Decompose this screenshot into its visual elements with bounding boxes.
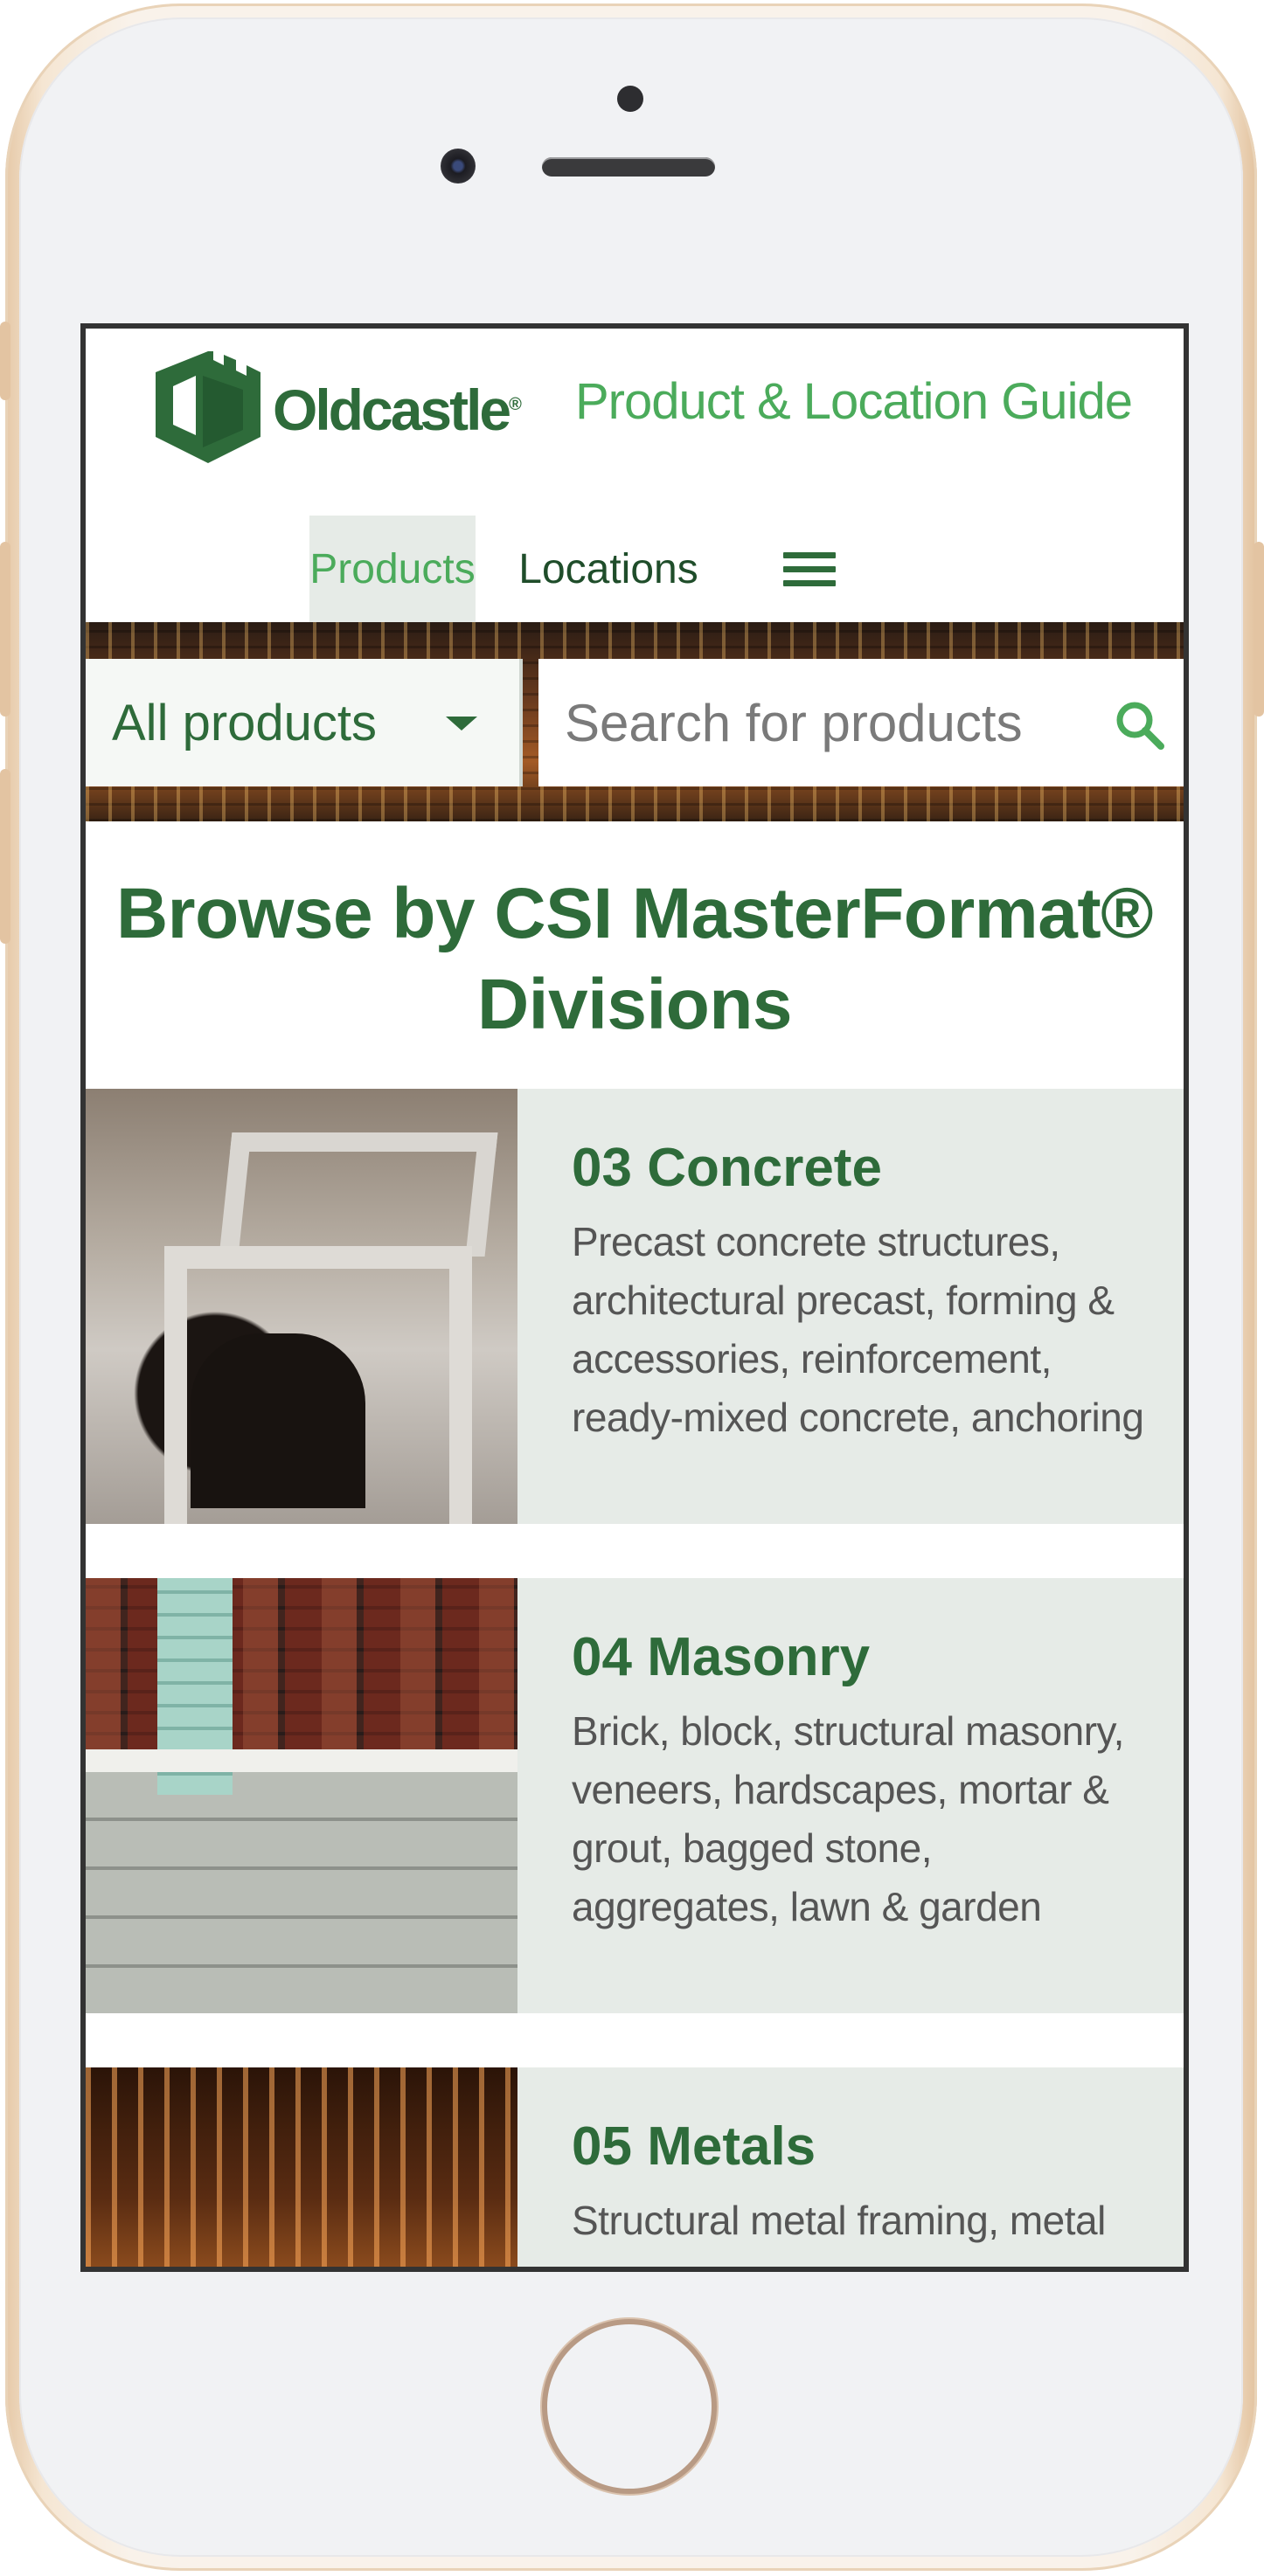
precast-slab: [219, 1132, 498, 1257]
hamburger-menu-icon[interactable]: [783, 516, 836, 622]
brick-wall: [86, 1578, 517, 1753]
registered-mark: ®: [509, 395, 522, 414]
front-camera: [441, 149, 476, 184]
tab-products[interactable]: Products: [309, 516, 476, 622]
division-description: Precast concrete structures, architectur…: [572, 1219, 1144, 1440]
brand-name: Oldcastle®: [273, 377, 522, 442]
menu-bar: [783, 551, 836, 558]
division-card-metals[interactable]: 05 Metals Structural metal framing, meta…: [86, 2067, 1184, 2267]
volume-up-button: [0, 542, 10, 717]
browse-title: Browse by CSI MasterFormat® Divisions: [115, 874, 1154, 1044]
masonry-image: [86, 1578, 517, 2013]
search-icon[interactable]: [1114, 699, 1166, 751]
concrete-image: [86, 1089, 517, 1524]
division-title: 04 Masonry: [572, 1627, 871, 1687]
proximity-sensor: [617, 86, 643, 112]
power-button: [1254, 542, 1264, 717]
search-hero: All products: [86, 622, 1184, 821]
silent-switch: [0, 322, 10, 400]
division-list: 03 Concrete Precast concrete structures,…: [86, 1089, 1184, 2267]
stone-sill: [86, 1749, 517, 1772]
search-box: [538, 659, 1184, 786]
category-select[interactable]: All products: [86, 659, 523, 786]
caret-down-icon: [446, 717, 477, 731]
division-title: 03 Concrete: [572, 1138, 882, 1198]
division-description: Structural metal framing, metal: [572, 2198, 1106, 2243]
tab-locations[interactable]: Locations: [512, 516, 705, 622]
castle-logo-icon: [156, 351, 260, 463]
home-button[interactable]: [547, 2324, 712, 2489]
category-select-value: All products: [112, 694, 378, 751]
site-header: Oldcastle® Product & Location Guide Prod…: [86, 329, 1184, 622]
volume-down-button: [0, 769, 10, 944]
menu-bar: [783, 579, 836, 586]
screen: Oldcastle® Product & Location Guide Prod…: [80, 323, 1189, 2272]
division-description: Brick, block, structural masonry, veneer…: [572, 1708, 1124, 1929]
division-body: 05 Metals Structural metal framing, meta…: [517, 2067, 1141, 2267]
oldcastle-logo[interactable]: Oldcastle®: [156, 351, 522, 463]
division-card-masonry[interactable]: 04 Masonry Brick, block, structural maso…: [86, 1578, 1184, 2013]
culvert-opening: [191, 1333, 365, 1508]
metals-image: [86, 2067, 517, 2267]
division-title: 05 Metals: [572, 2116, 816, 2177]
earpiece-speaker: [542, 157, 715, 177]
search-input[interactable]: [563, 691, 1091, 754]
menu-bar: [783, 565, 836, 572]
division-card-concrete[interactable]: 03 Concrete Precast concrete structures,…: [86, 1089, 1184, 1524]
guide-title: Product & Location Guide: [575, 373, 1133, 430]
division-body: 03 Concrete Precast concrete structures,…: [517, 1089, 1184, 1524]
division-body: 04 Masonry Brick, block, structural maso…: [517, 1578, 1184, 2013]
main-nav: Products Locations: [309, 516, 836, 622]
